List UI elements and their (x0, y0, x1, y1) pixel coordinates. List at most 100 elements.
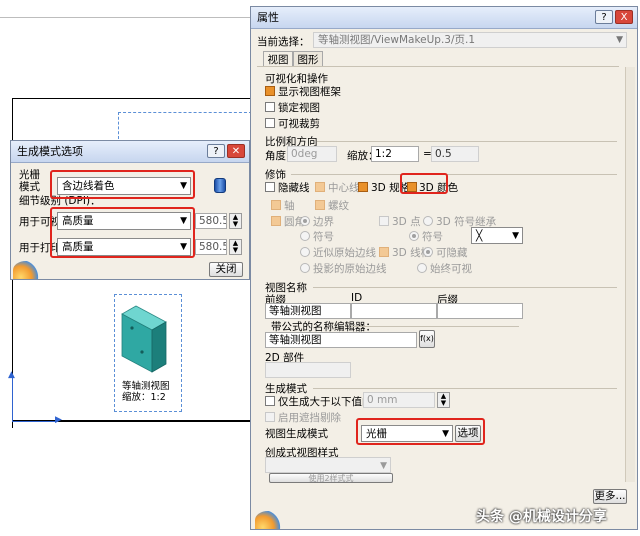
axis-label: 轴 (284, 200, 295, 212)
scale-field[interactable]: 1:2 (371, 146, 419, 162)
dialog-close-icon[interactable]: ✕ (227, 144, 245, 158)
always-visible-radio[interactable] (417, 263, 427, 273)
threshold-field[interactable]: 0 mm (363, 392, 435, 408)
mode-label: 模式 (19, 181, 40, 193)
current-selection-select[interactable]: 等轴测视图/ViewMakeUp.3/页.1 ▼ (313, 32, 627, 48)
view-name-label-1: 等轴测视图 (122, 381, 170, 392)
dressup-rule (291, 174, 617, 175)
mode-highlight-box (50, 170, 195, 199)
visualization-dpi-spinner[interactable]: ▲ ▼ (229, 213, 242, 229)
help-icon[interactable]: ? (595, 10, 613, 24)
close-button[interactable]: 关闭 (209, 262, 243, 277)
symbol-label: 符号 (313, 231, 334, 243)
view-frame-top[interactable] (118, 112, 252, 139)
prefix-field[interactable]: 等轴测视图 (265, 303, 351, 319)
generation-mode-highlight-box (356, 418, 485, 445)
symbol-inherit-radio[interactable] (423, 216, 433, 226)
visual-clip-label: 可视裁剪 (278, 118, 320, 130)
show-frame-label: 显示视图框架 (278, 86, 341, 98)
occlusion-culling-checkbox[interactable] (265, 412, 275, 422)
occlusion-culling-label: 启用遮挡剔除 (278, 412, 341, 424)
print-dpi-field[interactable]: 580.57 (195, 239, 227, 255)
center-lines-label: 中心线 (328, 182, 360, 194)
y-axis-arrow-icon: ▲ (8, 370, 15, 380)
tab-graphic[interactable]: 图形 (293, 51, 323, 67)
angle-field[interactable]: 0deg (287, 146, 337, 162)
formula-editor-button[interactable]: f(x) (419, 330, 435, 348)
always-visible-label: 始终可视 (430, 263, 472, 275)
tab-view[interactable]: 视图 (263, 51, 293, 67)
formula-rule (351, 326, 519, 327)
chevron-down-icon: ▼ (380, 461, 387, 471)
properties-panel: 属性 ? X 当前选择： 等轴测视图/ViewMakeUp.3/页.1 ▼ 视图 … (250, 6, 638, 530)
suffix-field[interactable] (437, 303, 523, 319)
isometric-part-image (121, 305, 167, 373)
threshold-spinner[interactable]: ▲ ▼ (437, 392, 450, 408)
projected-original-radio[interactable] (300, 263, 310, 273)
properties-titlebar: 属性 ? X (251, 7, 637, 29)
hidden-lines-checkbox[interactable] (265, 182, 275, 192)
thread-checkbox[interactable] (315, 200, 325, 210)
symbol-select[interactable]: ╳ ▼ (471, 227, 523, 244)
x-axis-line (12, 421, 58, 422)
print-dpi-spinner[interactable]: ▲ ▼ (229, 239, 242, 255)
view-generation-mode-label: 视图生成模式 (265, 428, 328, 440)
chevron-down-icon: ▼ (512, 231, 519, 241)
boundary-radio[interactable] (300, 216, 310, 226)
approx-original-label: 近似原始边线 (313, 247, 376, 259)
current-selection-value: 等轴测视图/ViewMakeUp.3/页.1 (318, 34, 476, 46)
watermark-text: 头条 @机械设计分享 (476, 509, 607, 525)
symbol-radio-2[interactable] (409, 231, 419, 241)
current-selection-label: 当前选择： (257, 36, 310, 48)
boundary-label: 边界 (313, 216, 334, 228)
style-button[interactable]: 使用2样式式 (269, 473, 393, 483)
generation-rule (313, 388, 617, 389)
symbol-radio[interactable] (300, 231, 310, 241)
points-3d-label: 3D 点 (392, 216, 421, 228)
fillet-checkbox[interactable] (271, 216, 281, 226)
quality-highlight-box (50, 207, 195, 258)
spec-3d-checkbox[interactable] (358, 182, 368, 192)
shading-preview-icon (214, 178, 226, 193)
formula-field[interactable]: 等轴测视图 (265, 332, 417, 348)
approx-original-radio[interactable] (300, 247, 310, 257)
lock-view-checkbox[interactable] (265, 102, 275, 112)
catia-logo-icon (255, 511, 281, 529)
generation-options-titlebar: 生成模式选项 ? ✕ (11, 141, 249, 163)
x-axis-arrow-icon: ▶ (55, 415, 62, 425)
symbol-select-value: ╳ (476, 230, 483, 242)
center-lines-checkbox[interactable] (315, 182, 325, 192)
hideable-radio[interactable] (423, 247, 433, 257)
view-name-label-2: 缩放：1:2 (122, 392, 166, 403)
visual-clip-checkbox[interactable] (265, 118, 275, 128)
thread-label: 螺纹 (328, 200, 349, 212)
view-name-rule (313, 287, 617, 288)
dialog-help-button[interactable]: ? (207, 144, 225, 158)
visualization-dpi-field[interactable]: 580.57 (195, 213, 227, 229)
scale-result-field: 0.5 (431, 146, 479, 162)
hidden-lines-label: 隐藏线 (278, 182, 310, 194)
lock-view-label: 锁定视图 (278, 102, 320, 114)
sheet-top-border (0, 17, 250, 18)
only-larger-parts-checkbox[interactable] (265, 396, 275, 406)
y-axis-line (12, 374, 13, 422)
close-icon[interactable]: X (615, 10, 633, 24)
tab-divider (257, 66, 619, 67)
points-3d-checkbox[interactable] (379, 216, 389, 226)
generation-options-title: 生成模式选项 (17, 145, 83, 158)
properties-scrollbar[interactable] (625, 67, 635, 482)
id-field[interactable] (351, 303, 437, 319)
view-style-select[interactable]: ▼ (265, 457, 391, 473)
projected-original-label: 投影的原始边线 (313, 263, 387, 275)
symbol-label-2: 符号 (422, 231, 443, 243)
chevron-down-icon: ▼ (616, 35, 623, 45)
more-button[interactable]: 更多... (593, 489, 627, 504)
part-2d-field[interactable] (265, 362, 351, 378)
catia-logo-icon (13, 261, 39, 279)
axis-checkbox[interactable] (271, 200, 281, 210)
show-frame-checkbox[interactable] (265, 86, 275, 96)
frame-top-line (12, 98, 250, 99)
scale-rule (317, 141, 617, 142)
color-3d-highlight-box (400, 173, 448, 194)
wireframe-3d-checkbox[interactable] (379, 247, 389, 257)
